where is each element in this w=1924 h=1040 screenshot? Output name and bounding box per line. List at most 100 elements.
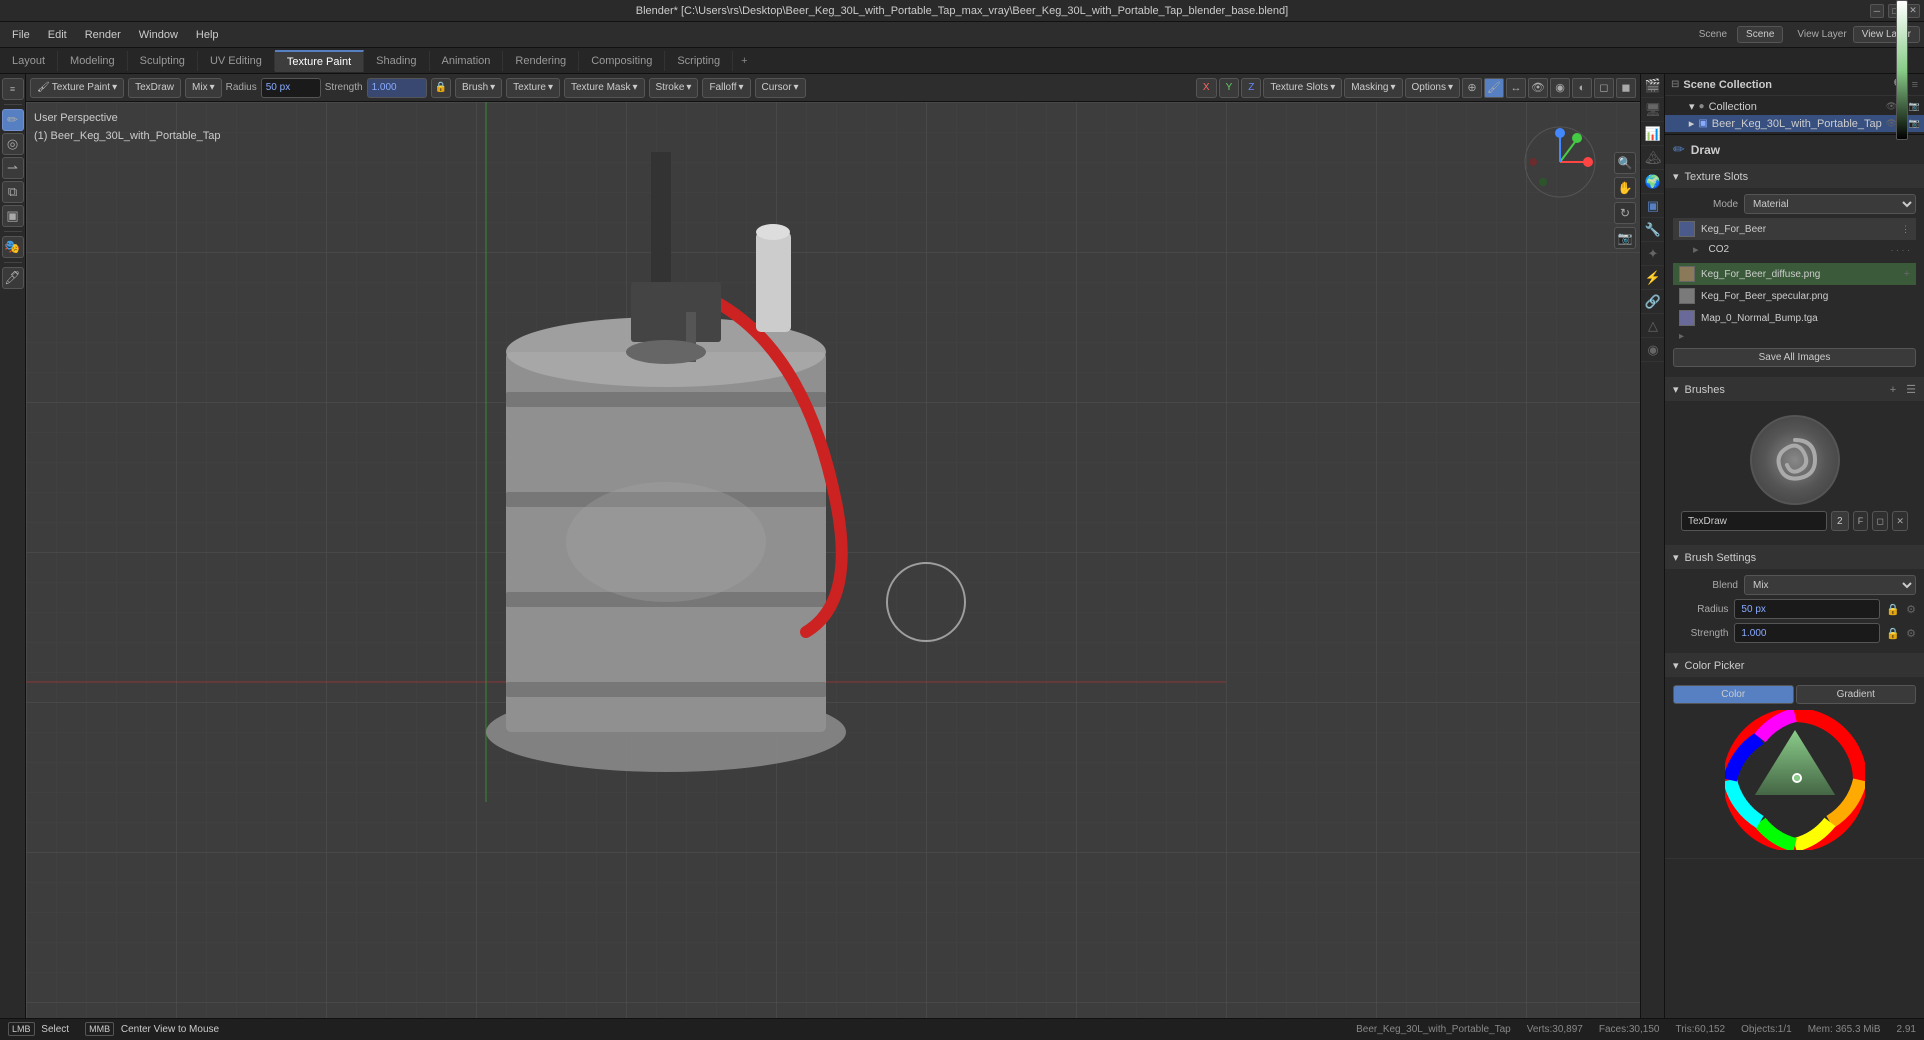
tab-layout[interactable]: Layout [0, 51, 58, 71]
brush-btn[interactable]: Brush ▾ [455, 78, 502, 98]
tab-shading[interactable]: Shading [364, 51, 429, 71]
mode-select[interactable]: Material Single Image [1744, 194, 1916, 214]
add-workspace-button[interactable]: + [733, 51, 755, 71]
strength-lock-icon[interactable]: 🔒 [1886, 627, 1900, 640]
texture-mask-btn[interactable]: Texture Mask ▾ [564, 78, 645, 98]
menu-edit[interactable]: Edit [40, 27, 75, 43]
cursor-btn[interactable]: Cursor ▾ [755, 78, 806, 98]
stroke-btn[interactable]: Stroke ▾ [649, 78, 699, 98]
radius-input[interactable] [261, 78, 321, 98]
prop-material-icon[interactable]: ◉ [1641, 338, 1665, 362]
brush-add-icon[interactable]: + [1890, 384, 1896, 396]
scene-input[interactable]: Scene [1737, 26, 1783, 43]
cursor-mode[interactable]: ⊕ [1462, 78, 1482, 98]
prop-render-icon[interactable]: 🎬 [1641, 74, 1665, 98]
prop-object-data-icon[interactable]: △ [1641, 314, 1665, 338]
brush-copy[interactable]: ◻ [1872, 511, 1888, 531]
minimize-button[interactable]: ─ [1870, 4, 1884, 18]
texture-slots-btn[interactable]: Texture Slots ▾ [1263, 78, 1342, 98]
texture-btn[interactable]: Texture ▾ [506, 78, 560, 98]
material-co2[interactable]: ▸ CO2 · · · · [1673, 240, 1916, 259]
material-keg-for-beer[interactable]: Keg_For_Beer ⋮ [1673, 218, 1916, 240]
texture-specular[interactable]: Keg_For_Beer_specular.png [1673, 285, 1916, 307]
menu-file[interactable]: File [4, 27, 38, 43]
tool-fill[interactable]: ▣ [2, 205, 24, 227]
viewport-pan[interactable]: ✋ [1614, 177, 1636, 199]
axis-z-toggle[interactable]: Z [1241, 78, 1261, 98]
render-mode[interactable]: ◉ [1550, 78, 1570, 98]
axis-y-toggle[interactable]: Y [1219, 78, 1240, 98]
texture-normal[interactable]: Map_0_Normal_Bump.tga [1673, 307, 1916, 329]
tool-annotate[interactable]: 🖊 [2, 267, 24, 289]
options-btn[interactable]: Options ▾ [1405, 78, 1461, 98]
tool-smear[interactable]: ⇀ [2, 157, 24, 179]
save-all-images-button[interactable]: Save All Images [1673, 348, 1916, 367]
strength-field[interactable] [1734, 623, 1880, 643]
brush-name-field[interactable] [1681, 511, 1827, 531]
tab-compositing[interactable]: Compositing [579, 51, 665, 71]
texture-diffuse[interactable]: Keg_For_Beer_diffuse.png + [1673, 263, 1916, 285]
brush-fake-user[interactable]: F [1853, 511, 1869, 531]
outliner-settings-icon[interactable]: ≡ [1912, 79, 1918, 91]
tool-mask[interactable]: 🎭 [2, 236, 24, 258]
prop-physics-icon[interactable]: ⚡ [1641, 266, 1665, 290]
solid-mode[interactable]: ◼ [1616, 78, 1636, 98]
close-button[interactable]: ✕ [1906, 4, 1920, 18]
brushes-header[interactable]: ▾ Brushes + ☰ [1665, 378, 1924, 401]
strength-settings-icon[interactable]: ⚙ [1906, 627, 1916, 640]
strength-input[interactable] [367, 78, 427, 98]
transform-mode[interactable]: ↔ [1506, 78, 1526, 98]
brush-delete[interactable]: ✕ [1892, 511, 1908, 531]
outliner-object-item[interactable]: ▸ ▣ Beer_Keg_30L_with_Portable_Tap 👁 ⊙ 📷 [1665, 115, 1924, 132]
navigation-gizmo[interactable]: X Y Z [1520, 122, 1600, 202]
viewport-camera[interactable]: 📷 [1614, 227, 1636, 249]
tool-soften[interactable]: ◎ [2, 133, 24, 155]
brush-settings-header[interactable]: ▾ Brush Settings [1665, 546, 1924, 569]
masking-btn[interactable]: Masking ▾ [1344, 78, 1402, 98]
object-render-icon[interactable]: 📷 [1909, 118, 1920, 129]
prop-object-icon[interactable]: ▣ [1641, 194, 1665, 218]
viewport-zoom-in[interactable]: 🔍 [1614, 152, 1636, 174]
brush-list-icon[interactable]: ☰ [1906, 383, 1916, 396]
menu-window[interactable]: Window [131, 27, 186, 43]
radius-lock-icon[interactable]: 🔒 [1886, 603, 1900, 616]
prop-world-icon[interactable]: 🌍 [1641, 170, 1665, 194]
material-mode[interactable]: ◐ [1572, 78, 1592, 98]
view-mode[interactable]: 👁 [1528, 78, 1548, 98]
falloff-btn[interactable]: Falloff ▾ [702, 78, 750, 98]
prop-scene-icon[interactable]: 🏔 [1641, 146, 1665, 170]
mode-selector[interactable]: 🖌 Texture Paint ▾ [30, 78, 124, 98]
tab-sculpting[interactable]: Sculpting [128, 51, 198, 71]
tool-draw[interactable]: ✏ [2, 109, 24, 131]
menu-render[interactable]: Render [77, 27, 129, 43]
tab-scripting[interactable]: Scripting [665, 51, 733, 71]
texture-add-icon[interactable]: + [1904, 268, 1910, 280]
strength-lock[interactable]: 🔒 [431, 78, 451, 98]
tab-modeling[interactable]: Modeling [58, 51, 128, 71]
blend-select[interactable]: Mix Add Multiply [1744, 575, 1916, 595]
prop-view-layer-icon[interactable]: 📊 [1641, 122, 1665, 146]
tab-uv-editing[interactable]: UV Editing [198, 51, 275, 71]
color-tab-gradient[interactable]: Gradient [1796, 685, 1917, 704]
prop-modifier-icon[interactable]: 🔧 [1641, 218, 1665, 242]
color-tab-color[interactable]: Color [1673, 685, 1794, 704]
brush-name-btn[interactable]: TexDraw [128, 78, 181, 98]
texture-expand-row[interactable]: ▸ [1673, 329, 1916, 344]
collection-render-icon[interactable]: 📷 [1909, 101, 1920, 112]
prop-output-icon[interactable]: 🖥 [1641, 98, 1665, 122]
tab-texture-paint[interactable]: Texture Paint [275, 50, 364, 72]
texture-slots-header[interactable]: ▾ Texture Slots [1665, 165, 1924, 188]
value-slider[interactable] [1896, 135, 1908, 140]
scene-collection-root[interactable]: ▾ ● Collection 👁 ⊙ 📷 [1665, 98, 1924, 115]
blend-btn[interactable]: Mix ▾ [185, 78, 222, 98]
paint-mode[interactable]: 🖌 [1484, 78, 1504, 98]
wireframe-mode[interactable]: ◻ [1594, 78, 1614, 98]
prop-particles-icon[interactable]: ✦ [1641, 242, 1665, 266]
radius-settings-icon[interactable]: ⚙ [1906, 603, 1916, 616]
view-layer-input[interactable]: View Layer [1853, 26, 1920, 43]
viewport-rotate[interactable]: ↻ [1614, 202, 1636, 224]
tab-animation[interactable]: Animation [430, 51, 504, 71]
prop-constraints-icon[interactable]: 🔗 [1641, 290, 1665, 314]
tab-rendering[interactable]: Rendering [503, 51, 579, 71]
color-wheel[interactable] [1725, 710, 1865, 850]
